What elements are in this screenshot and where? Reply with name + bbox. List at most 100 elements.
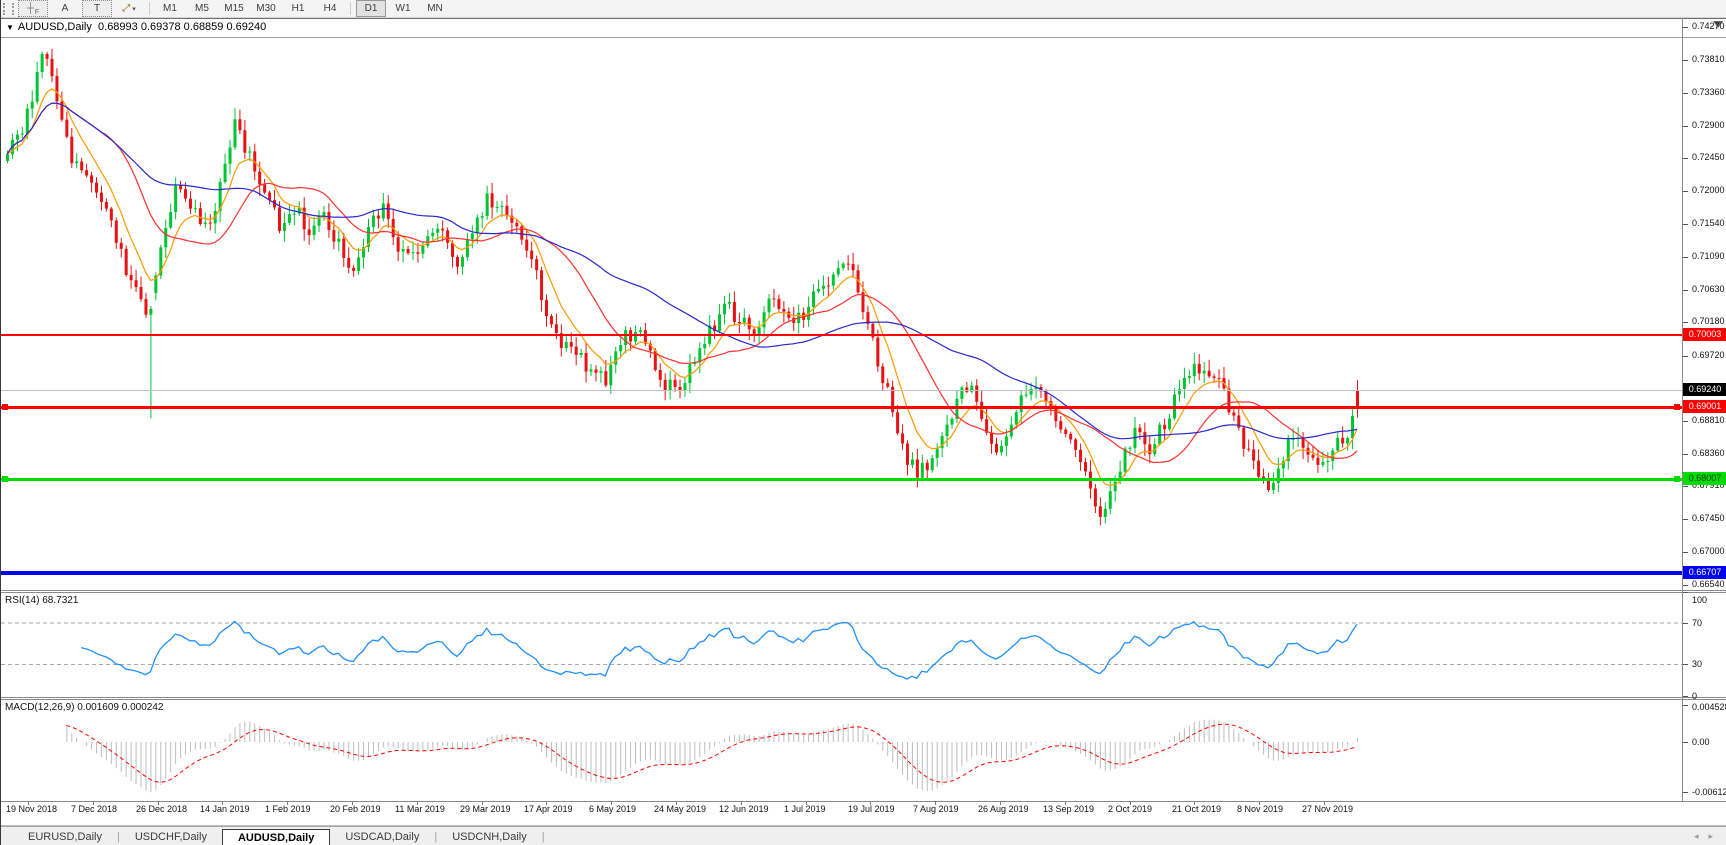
price-tick (1683, 224, 1688, 225)
price-tick (1683, 257, 1688, 258)
tab-eurusd[interactable]: EURUSD,Daily (13, 829, 117, 845)
rsi-tick (1683, 592, 1688, 593)
price-tick-label: 0.74270 (1692, 21, 1725, 31)
timeframe-button-m15[interactable]: M15 (219, 0, 249, 17)
toolbar-grip[interactable] (3, 3, 14, 15)
horizontal-line-0.69001[interactable] (1, 406, 1682, 409)
rsi-tick-label: 30 (1692, 659, 1702, 669)
price-tick-label: 0.67450 (1692, 513, 1725, 523)
price-tick-label: 0.71540 (1692, 218, 1725, 228)
price-tick (1683, 158, 1688, 159)
toolbar-separator (149, 2, 150, 15)
text-label-tool-icon: A (62, 3, 69, 14)
timeframe-button-m5[interactable]: M5 (187, 0, 217, 17)
text-tool-button[interactable]: T (82, 0, 112, 17)
tab-scroll-right-icon[interactable]: ▸ (1708, 831, 1723, 841)
chart-tab-bar: EURUSD,Daily|USDCHF,DailyAUDUSD,DailyUSD… (1, 826, 1726, 845)
line-handle-right[interactable] (1674, 476, 1680, 482)
line-handle-left[interactable] (2, 476, 8, 482)
main-chart-canvas[interactable] (1, 19, 1682, 590)
price-tick-label: 0.70180 (1692, 316, 1725, 326)
timeframe-button-m1[interactable]: M1 (155, 0, 185, 17)
line-handle-left[interactable] (2, 404, 8, 410)
horizontal-line-0.66707[interactable] (1, 571, 1682, 575)
tab-scroll-left-icon[interactable]: ◂ (1694, 831, 1709, 841)
chevron-down-icon: ▾ (132, 5, 136, 13)
price-tick (1683, 322, 1688, 323)
macd-tick-label: 0.00 (1692, 737, 1710, 747)
timeframe-button-w1[interactable]: W1 (388, 0, 418, 17)
collapse-arrow-icon[interactable]: ▼ (6, 23, 14, 32)
date-label: 19 Jul 2019 (848, 804, 895, 814)
price-tick (1683, 519, 1688, 520)
crosshair-tool-button[interactable]: ┼ F (18, 0, 48, 17)
chart-title: ▼AUDUSD,Daily 0.68993 0.69378 0.68859 0.… (6, 21, 266, 33)
rsi-tick (1683, 664, 1688, 665)
date-label: 1 Jul 2019 (784, 804, 826, 814)
horizontal-line-0.70003[interactable] (1, 334, 1682, 336)
price-tick (1683, 486, 1688, 487)
timeframe-button-d1[interactable]: D1 (356, 0, 386, 17)
date-label: 13 Sep 2019 (1043, 804, 1094, 814)
price-tick-label: 0.68360 (1692, 448, 1725, 458)
timeframe-button-h4[interactable]: H4 (315, 0, 345, 17)
text-label-tool-button[interactable]: A (50, 0, 80, 17)
price-tick-label: 0.66540 (1692, 579, 1725, 589)
tab-scroll-arrows[interactable]: ◂▸ (1694, 831, 1723, 842)
date-label: 26 Aug 2019 (978, 804, 1029, 814)
date-label: 14 Jan 2019 (200, 804, 250, 814)
chart-symbol-label: AUDUSD,Daily (18, 21, 92, 33)
price-tick (1683, 454, 1688, 455)
macd-histogram (67, 720, 1358, 793)
price-tick-label: 0.68810 (1692, 415, 1725, 425)
tab-usdcad[interactable]: USDCAD,Daily (330, 829, 434, 845)
date-label: 21 Oct 2019 (1172, 804, 1221, 814)
ma-line-45 (7, 103, 1357, 439)
rsi-tick-label: 0 (1692, 691, 1697, 701)
date-label: 19 Nov 2018 (6, 804, 57, 814)
macd-tick (1683, 742, 1688, 743)
price-tick-label: 0.67000 (1692, 546, 1725, 556)
toolbar-separator (350, 2, 351, 15)
tab-usdcnh[interactable]: USDCNH,Daily (437, 829, 542, 845)
timeframe-group: M1M5M15M30H1H4 D1W1MN (154, 0, 451, 17)
price-tick (1683, 356, 1688, 357)
price-tick (1683, 93, 1688, 94)
price-tick-label: 0.71090 (1692, 251, 1725, 261)
macd-label: MACD(12,26,9) 0.001609 0.000242 (5, 702, 163, 713)
date-label: 8 Nov 2019 (1237, 804, 1283, 814)
candles (6, 49, 1359, 525)
macd-tick (1683, 705, 1688, 706)
toolbar: ┼ F A T ⤢ ▾ M1M5M15M30H1H4 D1W1MN (1, 0, 1726, 18)
date-label: 11 Mar 2019 (395, 804, 445, 814)
tab-separator: | (542, 831, 545, 845)
line-handle-right[interactable] (1674, 404, 1680, 410)
cursor-mode-button[interactable]: ⤢ ▾ (114, 0, 144, 17)
date-label: 26 Dec 2018 (136, 804, 187, 814)
price-tick-label: 0.73810 (1692, 54, 1725, 64)
mt4-window: ┼ F A T ⤢ ▾ M1M5M15M30H1H4 D1W1MN ▼ AUDUSD… (0, 0, 1726, 845)
price-tick (1683, 126, 1688, 127)
date-label: 6 May 2019 (589, 804, 636, 814)
tab-usdchf[interactable]: USDCHF,Daily (120, 829, 222, 845)
price-tick (1683, 191, 1688, 192)
macd-indicator-canvas[interactable] (1, 700, 1682, 801)
tab-audusd[interactable]: AUDUSD,Daily (222, 829, 330, 845)
date-label: 20 Feb 2019 (330, 804, 381, 814)
rsi-tick-label: 100 (1692, 595, 1707, 605)
main-panel-bottom-border[interactable] (1, 590, 1726, 591)
cursor-mode-icon: ⤢ (122, 3, 130, 14)
price-tag-0.68007: 0.68007 (1683, 472, 1726, 485)
price-tick (1683, 585, 1688, 586)
date-label: 24 May 2019 (654, 804, 706, 814)
horizontal-line-0.68007[interactable] (1, 478, 1682, 481)
text-tool-icon: T (94, 3, 100, 14)
rsi-panel-bottom-border[interactable] (1, 697, 1726, 698)
date-label: 27 Nov 2019 (1302, 804, 1353, 814)
price-tick (1683, 290, 1688, 291)
date-label: 1 Feb 2019 (265, 804, 311, 814)
rsi-indicator-canvas[interactable] (1, 593, 1682, 697)
timeframe-button-h1[interactable]: H1 (283, 0, 313, 17)
timeframe-button-mn[interactable]: MN (420, 0, 450, 17)
timeframe-button-m30[interactable]: M30 (251, 0, 281, 17)
